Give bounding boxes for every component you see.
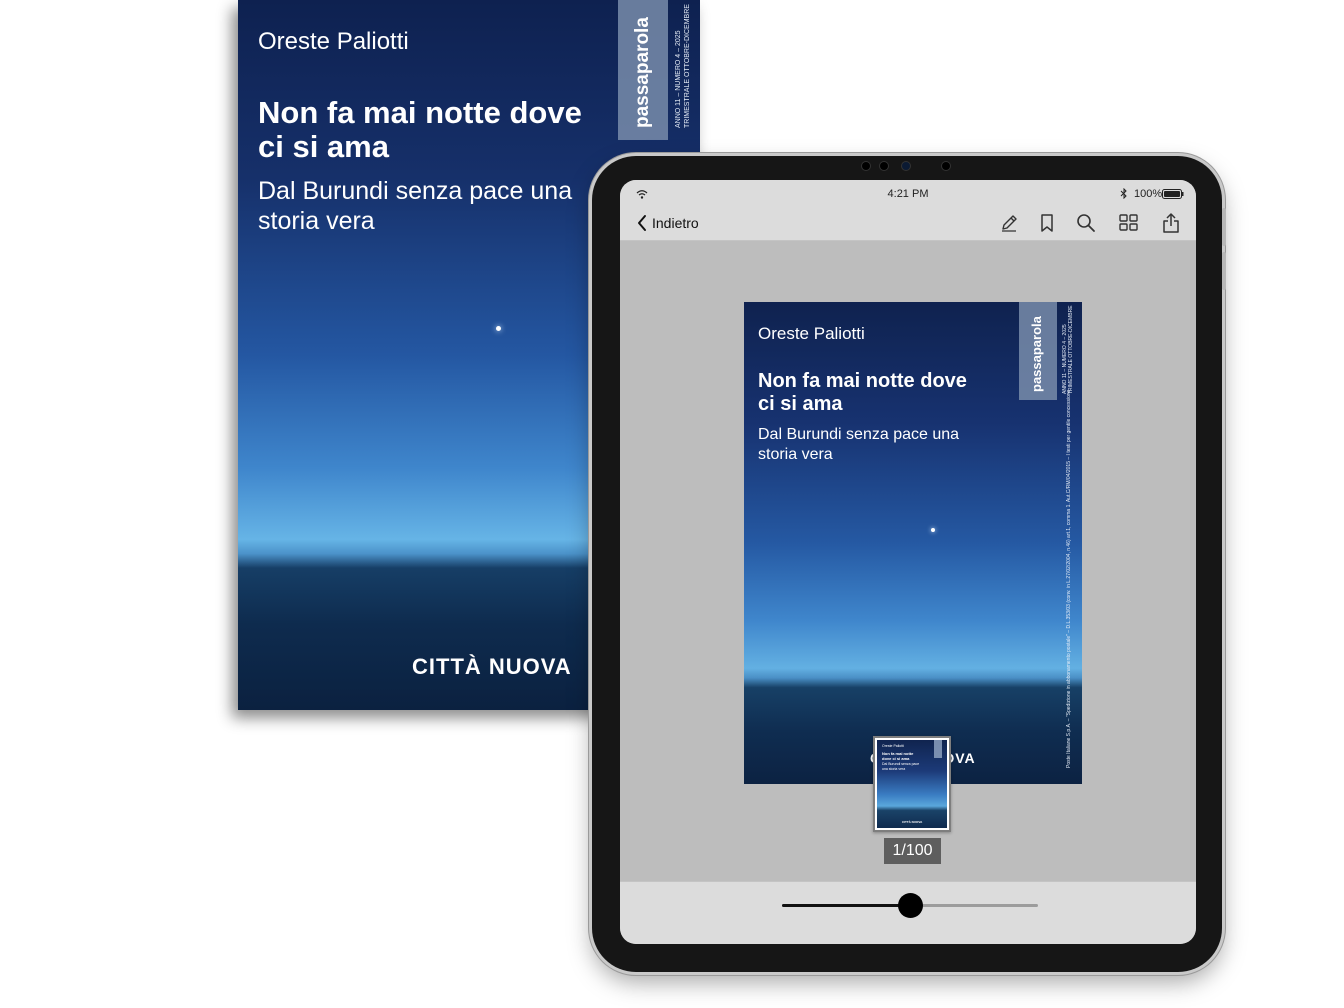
battery-percentage: 100% xyxy=(1134,188,1163,200)
page-slider[interactable] xyxy=(782,893,1038,918)
issue-line-2: TRIMESTRALE OTTOBRE-DICEMBRE xyxy=(1068,305,1074,394)
volume-button xyxy=(1222,208,1226,246)
cover-author: Oreste Paliotti xyxy=(758,324,865,343)
page-counter: 1/100 xyxy=(884,838,941,864)
magazine-badge: passaparola xyxy=(618,0,668,140)
cover-issue-info: ANNO 11 – NUMERO 4 – 2025 TRIMESTRALE OT… xyxy=(674,0,692,128)
camera-lens xyxy=(902,162,910,170)
star-decoration xyxy=(496,326,501,331)
cover-subtitle: Dal Burundi senza pace una storia vera xyxy=(758,426,960,463)
share-icon xyxy=(1163,213,1179,233)
cover-issue-info: ANNO 11 – NUMERO 4 – 2025 TRIMESTRALE OT… xyxy=(1062,305,1074,394)
bluetooth-icon xyxy=(1120,188,1127,199)
reader-canvas[interactable]: Oreste Paliotti Non fa mai notte dove ci… xyxy=(620,241,1196,881)
search-icon xyxy=(1077,214,1095,232)
bottom-bar xyxy=(620,881,1196,944)
volume-button xyxy=(1222,252,1226,290)
status-time: 4:21 PM xyxy=(887,188,929,200)
back-button[interactable]: Indietro xyxy=(636,211,699,235)
thumbnail-publisher: CITTÀ NUOVA xyxy=(902,820,923,824)
status-bar: 4:21 PM 100% xyxy=(620,180,1196,206)
cover-title: Non fa mai notte dove ci si ama xyxy=(258,95,582,164)
thumbnails-button[interactable] xyxy=(1116,211,1142,235)
issue-line-2: TRIMESTRALE OTTOBRE-DICEMBRE xyxy=(684,4,691,128)
thumbnail-author: Oreste Paliotti xyxy=(882,744,904,748)
cover-publisher: CITTÀ NUOVA xyxy=(412,654,572,679)
ipad-screen: 4:21 PM 100% Indietro Oreste Paliotti No… xyxy=(620,180,1196,944)
share-button[interactable] xyxy=(1158,211,1184,235)
page-cover[interactable]: Oreste Paliotti Non fa mai notte dove ci… xyxy=(744,302,1082,784)
sensor-dot xyxy=(942,162,950,170)
ipad-device: 4:21 PM 100% Indietro Oreste Paliotti No… xyxy=(592,156,1226,972)
magazine-logo: passaparola xyxy=(632,17,653,128)
bookmark-icon xyxy=(1041,214,1053,232)
sensor-dot xyxy=(862,162,870,170)
page-thumbnail[interactable]: Oreste Paliotti Non fa mai notte dove ci… xyxy=(873,736,951,832)
thumbnail-badge xyxy=(934,740,942,758)
thumbnail-image: Oreste Paliotti Non fa mai notte dove ci… xyxy=(877,740,947,828)
annotate-button[interactable] xyxy=(996,211,1022,235)
star-decoration xyxy=(931,528,935,532)
grid-icon xyxy=(1119,214,1138,231)
pencil-icon xyxy=(1002,215,1017,232)
thumbnail-subtitle: Dal Burundi senza pace una storia vera xyxy=(882,762,920,771)
slider-knob[interactable] xyxy=(898,893,923,918)
cover-subtitle: Dal Burundi senza pace una storia vera xyxy=(258,177,573,235)
thumbnail-title: Non fa mai notte dove ci si ama xyxy=(882,751,914,761)
cover-author: Oreste Paliotti xyxy=(258,28,409,55)
search-button[interactable] xyxy=(1073,211,1099,235)
issue-line-1: ANNO 11 – NUMERO 4 – 2025 xyxy=(675,30,682,128)
magazine-badge: passaparola xyxy=(1019,302,1057,400)
back-button-label: Indietro xyxy=(652,215,699,231)
sensor-dot xyxy=(880,162,888,170)
cover-title: Non fa mai notte dove ci si ama xyxy=(758,370,967,415)
cover-legal-text: Poste Italiane S.p.A. – "Spedizione in a… xyxy=(1066,389,1072,768)
slider-track-fill xyxy=(782,904,910,907)
chevron-left-icon xyxy=(638,215,646,231)
magazine-logo: passaparola xyxy=(1029,316,1044,392)
battery-icon xyxy=(1162,189,1184,199)
reader-toolbar: Indietro xyxy=(620,206,1196,241)
bookmark-button[interactable] xyxy=(1034,211,1060,235)
